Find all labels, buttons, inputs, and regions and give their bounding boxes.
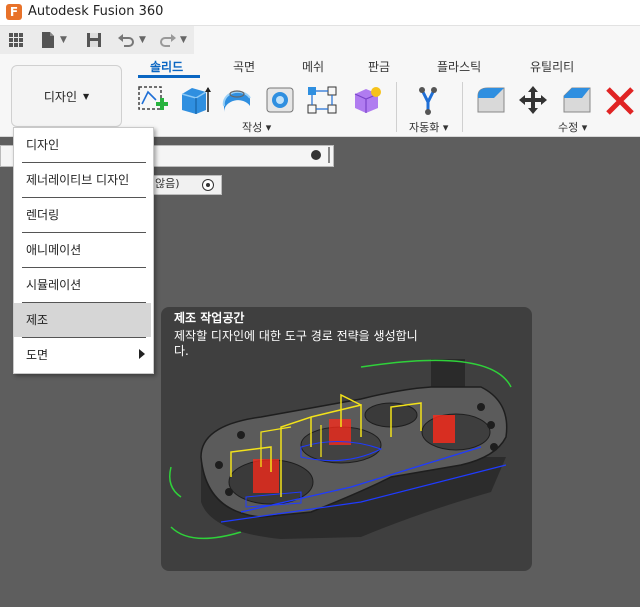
tab-plastic[interactable]: 플라스틱 [437,58,481,75]
automate-group-label[interactable]: 자동화 ▾ [409,119,448,135]
chevron-down-icon: ▼ [82,91,90,101]
save-icon[interactable] [84,30,104,50]
browser-component-label: 않음) [155,177,180,190]
create-form-icon[interactable] [350,84,384,116]
submenu-arrow-icon [139,349,145,359]
tooltip-description: 제작할 디자인에 대한 도구 경로 전략을 생성합니다. [174,329,418,358]
modify-group-label[interactable]: 수정 ▾ [558,119,587,135]
browser-collapse-tab[interactable] [0,145,14,167]
fusion-logo-icon: F [6,4,22,20]
create-group-label[interactable]: 작성 ▾ [242,119,271,135]
tab-solid[interactable]: 솔리드 [150,58,183,75]
workspace-menu-item-simulation[interactable]: 시뮬레이션 [14,268,151,302]
tooltip-title: 제조 작업공간 [174,311,245,325]
ribbon-separator [396,82,397,132]
redo-icon[interactable] [158,30,178,50]
revolve-icon[interactable] [220,84,254,116]
workspace-menu-item-drawing[interactable]: 도면 [14,338,151,372]
activate-component-radio[interactable] [202,179,214,191]
chamfer-icon[interactable] [560,84,594,116]
browser-minimize-icon[interactable] [311,150,321,160]
grid-icon[interactable] [6,30,26,50]
move-icon[interactable] [517,84,551,116]
browser-resize-handle[interactable] [328,147,330,163]
tab-surface[interactable]: 곡면 [233,58,255,75]
workspace-menu-item-generative-design[interactable]: 제너레이티브 디자인 [14,163,151,197]
fillet-icon[interactable] [474,84,508,116]
hole-icon[interactable] [264,84,298,116]
workspace-menu-item-manufacture[interactable]: 제조 [14,303,151,337]
ribbon-separator [462,82,463,132]
workspace-menu-item-design[interactable]: 디자인 [14,128,151,162]
workspace-switcher-button[interactable]: 디자인 ▼ [11,65,122,127]
undo-icon[interactable] [116,30,136,50]
pattern-icon[interactable] [306,84,340,116]
tab-sheet-metal[interactable]: 판금 [368,58,390,75]
tab-mesh[interactable]: 메쉬 [302,58,324,75]
create-sketch-icon[interactable] [136,84,170,116]
automate-icon[interactable] [412,84,446,116]
quick-access-bar-right [194,26,640,54]
active-tab-indicator [138,75,200,78]
window-title: Autodesk Fusion 360 [28,4,164,19]
file-icon[interactable] [38,30,58,50]
workspace-menu-item-render[interactable]: 렌더링 [14,198,151,232]
redo-caret-icon[interactable]: ▼ [180,31,187,49]
browser-panel-header[interactable] [152,145,334,167]
file-menu-caret-icon[interactable]: ▼ [60,31,67,49]
extrude-icon[interactable] [178,84,212,116]
tab-utilities[interactable]: 유틸리티 [530,58,574,75]
workspace-menu-item-animation[interactable]: 애니메이션 [14,233,151,267]
workspace-switcher-label: 디자인 [43,89,77,104]
undo-caret-icon[interactable]: ▼ [139,31,146,49]
delete-icon[interactable] [603,84,637,116]
